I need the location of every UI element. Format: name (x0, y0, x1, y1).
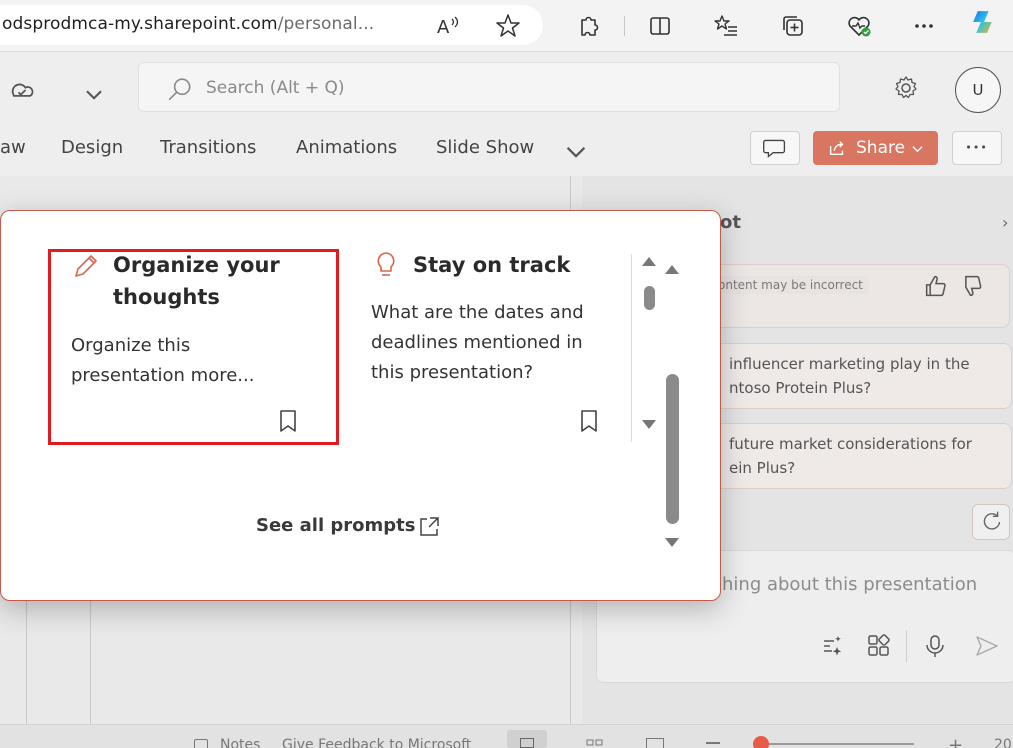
favorites-list-icon[interactable] (712, 12, 740, 40)
suggestion-card-2[interactable]: future market considerations for ein Plu… (700, 423, 1012, 489)
tab-draw[interactable]: aw (0, 137, 26, 158)
read-aloud-icon[interactable]: A (434, 12, 462, 40)
input-divider (906, 630, 907, 662)
card-body-stay-line1: What are the dates and (371, 302, 584, 323)
copilot-close-icon[interactable]: › (1002, 213, 1008, 232)
tab-slide-show[interactable]: Slide Show (436, 137, 534, 158)
notes-icon (194, 739, 208, 748)
normal-view-icon (520, 738, 534, 748)
suggestion-2-line2: ein Plus? (729, 459, 796, 477)
cards-scroll-divider (631, 254, 632, 442)
favorite-star-icon[interactable] (494, 12, 522, 40)
send-icon[interactable] (974, 633, 1000, 659)
lightbulb-icon (372, 250, 400, 280)
svg-text:A: A (437, 17, 450, 38)
more-icon[interactable] (910, 12, 938, 40)
scroll-down-icon[interactable] (665, 538, 679, 547)
ribbon-overflow-chevron-icon[interactable] (562, 138, 586, 158)
share-chevron-icon (912, 146, 923, 153)
card-body-stay-on-track[interactable]: What are the dates and deadlines mention… (371, 298, 584, 388)
refresh-icon (983, 511, 1001, 530)
status-feedback[interactable]: Give Feedback to Microsoft (282, 737, 471, 748)
copilot-title: ot (720, 212, 741, 233)
zoom-level[interactable]: 20 (994, 737, 1012, 748)
bookmark-icon[interactable] (578, 409, 600, 433)
open-external-icon[interactable] (417, 515, 441, 539)
share-label: Share (856, 138, 906, 158)
suggestion-2-line1: future market considerations for (729, 435, 972, 453)
panel-divider (26, 600, 27, 724)
extensions-icon[interactable] (574, 12, 602, 40)
inner-scroll-down-icon[interactable] (642, 420, 656, 429)
suggestion-1-line1: influencer marketing play in the (729, 355, 970, 373)
avatar-initial: U (972, 81, 984, 99)
refresh-button[interactable] (972, 504, 1010, 540)
comments-button[interactable] (750, 131, 800, 165)
autosave-icon[interactable] (8, 76, 34, 100)
suggestion-1-line2: ntoso Protein Plus? (729, 379, 872, 397)
zoom-slider-thumb[interactable] (753, 736, 769, 748)
more-options-icon (967, 145, 986, 149)
toolbar-divider (624, 16, 625, 36)
tab-design[interactable]: Design (61, 137, 123, 158)
inner-scroll-up-icon[interactable] (642, 257, 656, 266)
share-button[interactable]: Share (813, 131, 938, 165)
thumbs-up-icon[interactable] (922, 272, 946, 297)
suggestion-card-1[interactable]: influencer marketing play in the ntoso P… (700, 343, 1012, 409)
zoom-slider[interactable] (756, 743, 914, 745)
apps-grid-icon[interactable] (866, 633, 892, 659)
inner-scroll-thumb[interactable] (644, 286, 655, 310)
normal-view-button[interactable] (507, 730, 547, 748)
microphone-icon[interactable] (922, 633, 948, 659)
copilot-input-placeholder[interactable]: hing about this presentation (722, 574, 977, 595)
tab-transitions[interactable]: Transitions (160, 137, 256, 158)
url-text[interactable]: odsprodmca-my.sharepoint.com/personal... (2, 14, 374, 34)
slide-edge (90, 600, 91, 724)
disclaimer-chip: ontent may be incorrect (712, 276, 869, 294)
prompt-guide-sparkle-icon[interactable] (818, 633, 844, 659)
scrollbar-thumb[interactable] (666, 374, 679, 524)
copilot-logo-icon[interactable] (970, 8, 1006, 44)
card-body-stay-line2: deadlines mentioned in (371, 332, 583, 353)
card-body-stay-line3: this presentation? (371, 362, 534, 383)
zoom-out-icon[interactable] (706, 742, 720, 744)
thumbs-down-icon[interactable] (960, 272, 984, 297)
see-all-prompts-link[interactable]: See all prompts (256, 515, 416, 536)
search-icon (166, 76, 192, 102)
card-title-stay-on-track[interactable]: Stay on track (413, 249, 570, 281)
settings-gear-icon[interactable] (892, 74, 920, 102)
chevron-down-icon[interactable] (80, 80, 102, 100)
status-notes[interactable]: Notes (220, 737, 260, 748)
scroll-up-icon[interactable] (665, 265, 679, 274)
ribbon-more-button[interactable] (952, 131, 1002, 165)
tab-animations[interactable]: Animations (296, 137, 397, 158)
avatar[interactable]: U (955, 67, 1001, 113)
highlighted-card-outline (48, 249, 339, 445)
zoom-in-icon[interactable]: + (948, 735, 963, 748)
reading-view-icon[interactable] (646, 738, 664, 748)
slide-sorter-icon[interactable] (586, 736, 604, 748)
split-screen-icon[interactable] (646, 12, 674, 40)
share-icon (829, 141, 844, 156)
comment-icon (763, 139, 786, 158)
browser-health-icon[interactable] (845, 12, 873, 40)
search-placeholder[interactable]: Search (Alt + Q) (206, 78, 345, 98)
collections-icon[interactable] (779, 12, 807, 40)
